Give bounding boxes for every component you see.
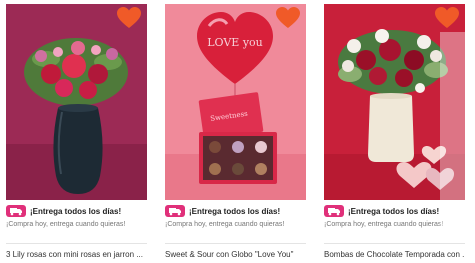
product-card[interactable]: ¡Entrega todos los días! ¡Compra hoy, en… [6, 0, 147, 263]
delivery-title: ¡Entrega todos los días! [189, 206, 281, 216]
delivery-info: ¡Entrega todos los días! [324, 204, 465, 218]
card-divider [6, 243, 147, 244]
delivery-subtitle: ¡Compra hoy, entrega cuando quieras! [165, 221, 285, 228]
scroll-fade-left [0, 32, 4, 242]
chocolate-box-balloon-image: LOVE you Sweetness [165, 4, 306, 200]
heart-icon[interactable] [275, 6, 301, 30]
product-card[interactable]: LOVE you Sweetness ¡Entrega todos los dí… [165, 0, 306, 263]
heart-icon[interactable] [116, 6, 142, 30]
card-divider [165, 243, 306, 244]
product-name[interactable]: Bombas de Chocolate Temporada con ... [324, 250, 465, 259]
product-image[interactable]: LOVE you Sweetness [165, 4, 306, 200]
product-card[interactable]: ¡Entrega todos los días! ¡Compra hoy, en… [324, 0, 465, 263]
delivery-title: ¡Entrega todos los días! [348, 206, 440, 216]
truck-badge-icon [6, 205, 26, 217]
delivery-info: ¡Entrega todos los días! [6, 204, 147, 218]
product-image[interactable] [324, 4, 465, 200]
product-name[interactable]: 3 Lily rosas con mini rosas en jarron ..… [6, 250, 147, 259]
truck-badge-icon [324, 205, 344, 217]
bouquet-vase-image [6, 4, 147, 200]
truck-badge-icon [165, 205, 185, 217]
delivery-subtitle: ¡Compra hoy, entrega cuando quieras! [6, 221, 126, 228]
delivery-subtitle: ¡Compra hoy, entrega cuando quieras! [324, 221, 444, 228]
delivery-info: ¡Entrega todos los días! [165, 204, 306, 218]
delivery-title: ¡Entrega todos los días! [30, 206, 122, 216]
card-divider [324, 243, 465, 244]
heart-icon[interactable] [434, 6, 460, 30]
roses-bouquet-chocolates-image [324, 4, 465, 200]
product-grid: ¡Entrega todos los días! ¡Compra hoy, en… [0, 0, 475, 263]
balloon-text: LOVE you [207, 36, 263, 49]
product-image[interactable] [6, 4, 147, 200]
product-name[interactable]: Sweet & Sour con Globo "Love You" [165, 250, 306, 259]
